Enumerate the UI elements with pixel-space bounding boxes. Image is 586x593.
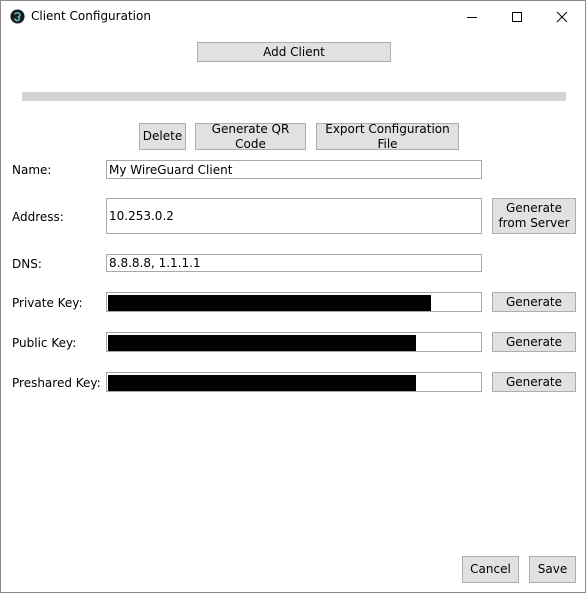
maximize-button[interactable] xyxy=(494,1,540,32)
generate-private-key-button[interactable]: Generate xyxy=(492,292,576,312)
window-title: Client Configuration xyxy=(31,9,151,23)
export-configuration-button[interactable]: Export Configuration File xyxy=(316,122,459,151)
delete-button[interactable]: Delete xyxy=(139,123,186,150)
preshared-key-label: Preshared Key: xyxy=(12,376,101,390)
client-configuration-window: Client Configuration Add Client Delete G… xyxy=(0,0,586,593)
address-label: Address: xyxy=(12,210,64,224)
dns-input[interactable]: 8.8.8.8, 1.1.1.1 xyxy=(106,254,482,272)
generate-qr-code-button[interactable]: Generate QR Code xyxy=(195,122,306,151)
generate-from-server-button[interactable]: Generate from Server xyxy=(492,198,576,234)
generate-public-key-button[interactable]: Generate xyxy=(492,332,576,352)
save-button[interactable]: Save xyxy=(529,556,576,583)
minimize-icon xyxy=(467,16,477,18)
public-key-label: Public Key: xyxy=(12,336,77,350)
redacted-value xyxy=(108,295,431,311)
public-key-input[interactable] xyxy=(106,332,482,352)
name-label: Name: xyxy=(12,163,52,177)
maximize-icon xyxy=(512,11,522,22)
close-button[interactable] xyxy=(539,1,585,32)
dns-label: DNS: xyxy=(12,257,42,271)
redacted-value xyxy=(108,375,416,391)
close-icon xyxy=(556,11,568,22)
address-input[interactable]: 10.253.0.2 xyxy=(106,198,482,234)
cancel-button[interactable]: Cancel xyxy=(462,556,519,583)
preshared-key-input[interactable] xyxy=(106,372,482,392)
title-bar[interactable]: Client Configuration xyxy=(1,1,585,32)
private-key-input[interactable] xyxy=(106,292,482,312)
wireguard-icon xyxy=(10,9,25,24)
name-input[interactable]: My WireGuard Client xyxy=(106,160,482,179)
add-client-button[interactable]: Add Client xyxy=(197,42,391,62)
minimize-button[interactable] xyxy=(449,1,495,32)
redacted-value xyxy=(108,335,416,351)
separator-bar xyxy=(22,92,566,101)
private-key-label: Private Key: xyxy=(12,296,83,310)
generate-preshared-key-button[interactable]: Generate xyxy=(492,372,576,392)
